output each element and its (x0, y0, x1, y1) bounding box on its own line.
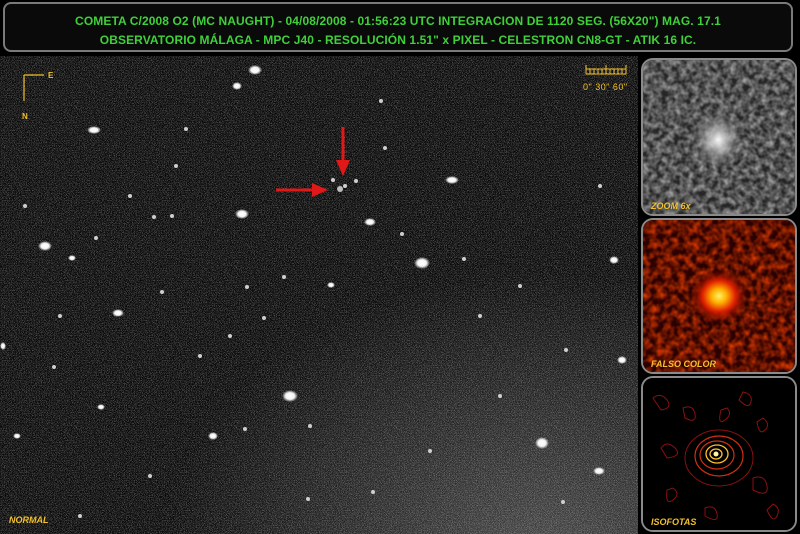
faint-star (78, 514, 82, 518)
title-line-2: OBSERVATORIO MÁLAGA - MPC J40 - RESOLUCI… (99, 33, 697, 47)
isophote-panel: ISOFOTAS (641, 376, 797, 532)
faint-star (428, 449, 432, 453)
isophote-image (643, 378, 795, 530)
faint-star (152, 215, 156, 219)
faint-star (245, 285, 249, 289)
faint-star (23, 204, 27, 208)
starfield-image (0, 56, 638, 534)
bright-star (208, 432, 218, 440)
faint-star (308, 424, 312, 428)
bright-star (112, 309, 124, 317)
compass-north-label: N (22, 112, 28, 121)
zoom-panel-label: ZOOM 6x (651, 201, 691, 211)
false-color-panel-label: FALSO COLOR (651, 359, 716, 369)
faint-star (198, 354, 202, 358)
faint-star (383, 146, 387, 150)
faint-star (564, 348, 568, 352)
bright-star (327, 282, 335, 288)
faint-star (170, 214, 174, 218)
faint-star (52, 365, 56, 369)
faint-star (518, 284, 522, 288)
faint-star (58, 314, 62, 318)
faint-star (343, 184, 347, 188)
faint-star (400, 232, 404, 236)
faint-star (598, 184, 602, 188)
bright-star (97, 404, 105, 410)
bright-star (445, 176, 459, 184)
compass-east-label: E (48, 71, 54, 80)
bright-star (414, 257, 430, 269)
bright-star (282, 390, 298, 402)
scale-bar-label: 0" 30" 60" (583, 82, 628, 92)
faint-star (561, 500, 565, 504)
false-color-panel: FALSO COLOR (641, 218, 797, 374)
faint-star (184, 127, 188, 131)
faint-star (262, 316, 266, 320)
bright-star (87, 126, 101, 134)
faint-star (331, 178, 335, 182)
normal-view-label: NORMAL (9, 515, 49, 525)
title-banner: COMETA C/2008 O2 (MC NAUGHT) - 04/08/200… (3, 2, 793, 52)
bright-star (0, 342, 6, 350)
zoom-image (643, 60, 795, 214)
faint-star (128, 194, 132, 198)
bright-star (617, 356, 627, 364)
bright-star (609, 256, 619, 264)
main-image-view: N E 0" 30" 60" NORMAL (0, 56, 638, 534)
bright-star (248, 65, 262, 75)
bright-star (68, 255, 76, 261)
bright-star (232, 82, 242, 90)
faint-star (243, 427, 247, 431)
faint-star (94, 236, 98, 240)
bright-star (38, 241, 52, 251)
title-line-1: COMETA C/2008 O2 (MC NAUGHT) - 04/08/200… (75, 14, 721, 28)
faint-star (148, 474, 152, 478)
bright-star (13, 433, 21, 439)
bright-star (364, 218, 376, 226)
faint-star (498, 394, 502, 398)
zoom-panel: ZOOM 6x (641, 58, 797, 216)
faint-star (228, 334, 232, 338)
faint-star (371, 490, 375, 494)
faint-star (462, 257, 466, 261)
false-color-image (643, 220, 795, 372)
faint-star (282, 275, 286, 279)
faint-star (478, 314, 482, 318)
faint-star (306, 497, 310, 501)
faint-star (379, 99, 383, 103)
faint-star (174, 164, 178, 168)
faint-star (160, 290, 164, 294)
bright-star (593, 467, 605, 475)
isophote-panel-label: ISOFOTAS (651, 517, 697, 527)
bright-star (235, 209, 249, 219)
bright-star (535, 437, 549, 449)
comet-target (337, 186, 343, 192)
faint-star (354, 179, 358, 183)
